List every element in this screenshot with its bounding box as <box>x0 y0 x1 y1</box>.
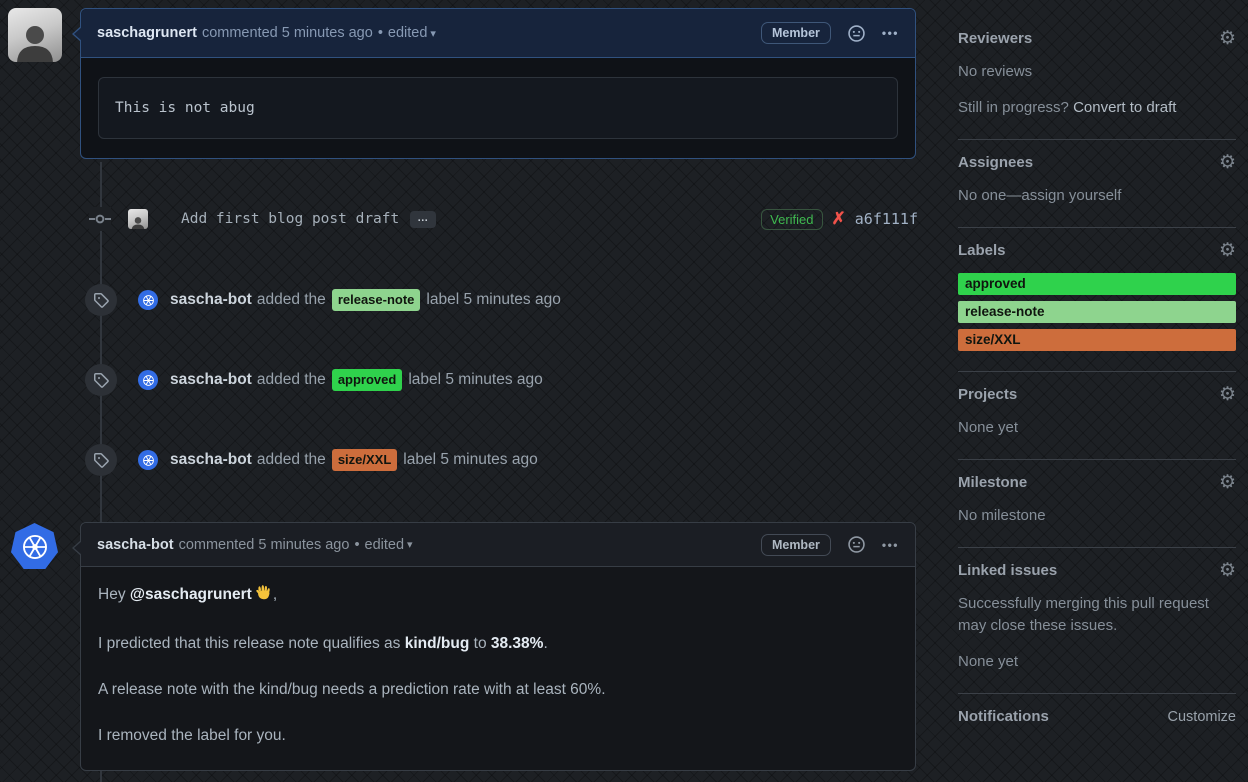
comment-header: sascha-bot commented 5 minutes ago • edi… <box>81 523 915 567</box>
reviewers-empty-text: No reviews <box>958 63 1033 80</box>
assignees-heading: Assignees <box>958 154 1034 171</box>
add-reaction-button[interactable] <box>848 536 865 553</box>
commit-message-link[interactable]: Add first blog post draft <box>181 211 399 227</box>
sidebar-label-size-xxl[interactable]: size/XXL <box>958 329 1236 351</box>
chevron-down-icon: ▾ <box>407 539 413 551</box>
assignees-gear-icon[interactable]: ⚙ <box>1219 153 1236 172</box>
milestone-heading: Milestone <box>958 474 1028 491</box>
commit-event: Add first blog post draft … Verified ✗ a… <box>80 204 918 234</box>
notifications-heading: Notifications <box>958 708 1049 725</box>
tag-icon <box>94 293 109 308</box>
status-failed-x-icon[interactable]: ✗ <box>832 209 846 229</box>
linked-issues-empty-text: None yet <box>958 653 1019 670</box>
comment-sascha-bot: sascha-bot commented 5 minutes ago • edi… <box>72 522 916 771</box>
sascha-bot-avatar[interactable] <box>138 450 158 470</box>
greeting-line: Hey @saschagrunert, <box>98 583 898 610</box>
label-chip[interactable]: release-note <box>331 289 421 311</box>
edited-dropdown[interactable]: edited ▾ <box>365 537 413 553</box>
projects-heading: Projects <box>958 386 1018 403</box>
comment-author-link[interactable]: sascha-bot <box>97 537 174 553</box>
linked-issues-description: Successfully merging this pull request m… <box>958 595 1209 634</box>
comment-saschagrunert: saschagrunert commented 5 minutes ago • … <box>72 8 916 159</box>
label-event-size-xxl: sascha-bot added the size/XXL label 5 mi… <box>80 444 918 476</box>
commit-sha-link[interactable]: a6f111f <box>855 210 918 228</box>
wave-emoji-icon <box>254 583 273 610</box>
commit-expand-button[interactable]: … <box>410 210 437 228</box>
assignees-empty-text: No one—assign yourself <box>958 187 1122 204</box>
labels-list: approved release-note size/XXL <box>958 273 1236 351</box>
person-photo-icon <box>17 26 53 62</box>
tag-icon <box>94 453 109 468</box>
linked-issues-heading: Linked issues <box>958 562 1058 579</box>
comment-author-link[interactable]: saschagrunert <box>97 25 197 41</box>
chevron-down-icon: ▾ <box>430 27 436 40</box>
label-event-approved: sascha-bot added the approved label 5 mi… <box>80 364 918 396</box>
git-commit-icon <box>89 207 111 231</box>
pr-sidebar: Reviewers ⚙ No reviews Still in progress… <box>958 16 1236 739</box>
sidebar-divider <box>958 371 1236 372</box>
sidebar-label-approved[interactable]: approved <box>958 273 1236 295</box>
comment-options-button[interactable]: ••• <box>882 26 899 40</box>
separator-dot: • <box>377 25 383 41</box>
milestone-gear-icon[interactable]: ⚙ <box>1219 473 1236 492</box>
sascha-bot-avatar-large[interactable] <box>11 523 58 570</box>
convert-to-draft-link[interactable]: Convert to draft <box>1073 99 1176 116</box>
sascha-bot-avatar[interactable] <box>138 370 158 390</box>
event-actor-link[interactable]: sascha-bot <box>170 371 252 389</box>
verified-badge[interactable]: Verified <box>761 208 823 230</box>
smiley-icon <box>848 24 865 42</box>
sidebar-divider <box>958 227 1236 228</box>
label-chip[interactable]: approved <box>331 369 403 391</box>
add-reaction-button[interactable] <box>848 24 865 42</box>
comment-options-button[interactable]: ••• <box>882 538 899 552</box>
member-badge: Member <box>760 533 831 556</box>
kubernetes-wheel-icon <box>22 534 47 559</box>
sidebar-divider <box>958 547 1236 548</box>
comment-header: saschagrunert commented 5 minutes ago • … <box>81 9 915 58</box>
tag-icon <box>94 373 109 388</box>
sascha-bot-avatar[interactable] <box>138 290 158 310</box>
commit-author-avatar[interactable] <box>128 209 148 229</box>
edited-dropdown[interactable]: edited ▾ <box>388 25 436 41</box>
label-chip[interactable]: size/XXL <box>331 449 398 471</box>
linked-issues-gear-icon[interactable]: ⚙ <box>1219 561 1236 580</box>
sidebar-divider <box>958 693 1236 694</box>
smiley-icon <box>848 536 865 553</box>
assign-yourself-link[interactable]: assign yourself <box>1021 187 1121 204</box>
member-badge: Member <box>760 22 831 44</box>
mention-link[interactable]: @saschagrunert <box>130 586 252 603</box>
sidebar-divider <box>958 139 1236 140</box>
convert-to-draft-row: Still in progress? Convert to draft <box>958 99 1177 116</box>
sidebar-divider <box>958 459 1236 460</box>
reviewers-heading: Reviewers <box>958 30 1033 47</box>
labels-gear-icon[interactable]: ⚙ <box>1219 241 1236 260</box>
comment-body: Hey @saschagrunert, I predicted that thi… <box>81 567 915 770</box>
reviewers-gear-icon[interactable]: ⚙ <box>1219 29 1236 48</box>
event-actor-link[interactable]: sascha-bot <box>170 291 252 309</box>
projects-gear-icon[interactable]: ⚙ <box>1219 385 1236 404</box>
comment-timestamp: commented 5 minutes ago <box>201 25 373 41</box>
milestone-empty-text: No milestone <box>958 507 1046 524</box>
saschagrunert-avatar[interactable] <box>8 8 62 62</box>
customize-link[interactable]: Customize <box>1168 709 1237 725</box>
event-actor-link[interactable]: sascha-bot <box>170 451 252 469</box>
requirement-line: A release note with the kind/bug needs a… <box>98 681 606 698</box>
pr-conversation-page: saschagrunert commented 5 minutes ago • … <box>0 0 1248 782</box>
label-event-release-note: sascha-bot added the release-note label … <box>80 284 918 316</box>
labels-heading: Labels <box>958 242 1006 259</box>
kubernetes-wheel-icon <box>142 374 154 386</box>
separator-dot: • <box>354 536 360 553</box>
comment-timestamp: commented 5 minutes ago <box>178 536 350 553</box>
kubernetes-wheel-icon <box>142 454 154 466</box>
removal-line: I removed the label for you. <box>98 727 286 744</box>
comment-body: This is not abug <box>81 58 915 158</box>
projects-empty-text: None yet <box>958 419 1019 436</box>
prediction-line: I predicted that this release note quali… <box>98 635 548 652</box>
sidebar-label-release-note[interactable]: release-note <box>958 301 1236 323</box>
comment-code-block: This is not abug <box>98 77 898 139</box>
kubernetes-wheel-icon <box>142 294 154 306</box>
